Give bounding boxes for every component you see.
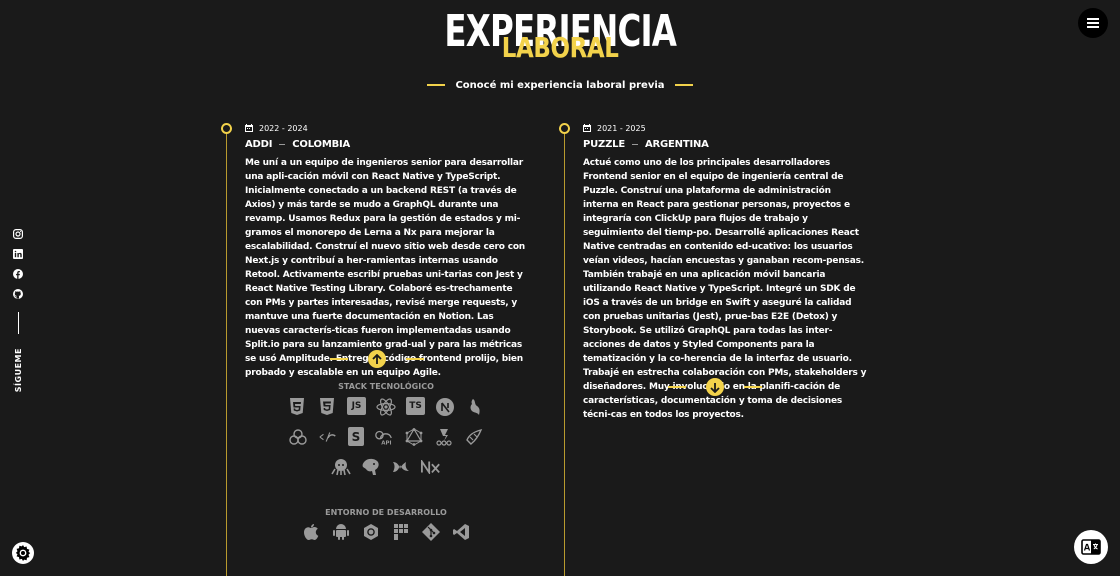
nx-icon	[421, 457, 441, 477]
page-subtitle: Conocé mi experiencia laboral previa	[0, 80, 1120, 91]
toggle-dash-right	[406, 358, 424, 360]
title-accent: LABORAL	[0, 33, 1120, 63]
subtitle-text: Conocé mi experiencia laboral previa	[455, 80, 665, 91]
date-text: 2022 - 2024	[259, 123, 308, 133]
chrome-icon	[361, 522, 381, 542]
github-icon[interactable]	[12, 288, 24, 300]
toggle-dash-left	[330, 358, 348, 360]
octopus-icon	[331, 457, 351, 477]
linkedin-icon[interactable]	[12, 248, 24, 260]
company-name: ADDI	[245, 139, 273, 150]
social-divider	[17, 312, 19, 334]
translate-icon	[1081, 539, 1101, 555]
experience-date: 2021 - 2025	[583, 123, 869, 133]
nestjs-icon	[465, 397, 485, 417]
jest-icon	[434, 427, 454, 447]
company-country: ARGENTINA	[644, 139, 709, 150]
date-text: 2021 - 2025	[597, 123, 646, 133]
toggle-dash-left	[668, 386, 686, 388]
hamburger-icon	[1087, 18, 1099, 28]
timeline-line-1	[226, 132, 227, 576]
facebook-icon[interactable]	[12, 268, 24, 280]
experience-card-addi: 2022 - 2024 ADDI COLOMBIA Me uní a un equ…	[245, 123, 529, 380]
html5-icon	[287, 397, 307, 417]
css3-icon	[317, 397, 337, 417]
react-icon	[376, 397, 396, 417]
pnpm-icon	[391, 522, 411, 542]
dev-env-label: ENTORNO DE DESARROLLO	[325, 508, 447, 517]
experience-date: 2022 - 2024	[245, 123, 529, 133]
social-sidebar: SÍGUEME	[11, 228, 25, 392]
instagram-icon[interactable]	[12, 228, 24, 240]
title-accent-text: LABORAL	[501, 31, 619, 64]
apple-icon	[301, 522, 321, 542]
calendar-icon	[245, 124, 253, 132]
company-separator	[279, 143, 286, 145]
collapse-button[interactable]	[368, 350, 386, 368]
vscode-icon	[451, 522, 471, 542]
postgresql-icon	[361, 457, 381, 477]
company-line: PUZZLE ARGENTINA	[583, 139, 869, 150]
arrow-up-icon	[372, 353, 382, 364]
android-icon	[331, 522, 351, 542]
experience-page: EXPERIENCIA LABORAL Conocé mi experienci…	[0, 0, 1120, 576]
experience-description: Me uní a un equipo de ingenieros senior …	[245, 158, 526, 378]
graphql-client-icon	[318, 427, 338, 447]
dev-env-icons	[286, 522, 486, 552]
arrow-down-icon	[710, 382, 720, 393]
company-line: ADDI COLOMBIA	[245, 139, 529, 150]
collapse-row-1	[330, 350, 424, 368]
phoenix-icon	[391, 457, 411, 477]
menu-button[interactable]	[1078, 8, 1108, 38]
storybook-icon: S	[348, 427, 364, 446]
timeline-line-2	[564, 132, 565, 576]
graphql-icon	[404, 427, 424, 447]
subtitle-dash-right	[674, 84, 693, 86]
git-icon	[421, 522, 441, 542]
company-name: PUZZLE	[583, 139, 625, 150]
expand-button[interactable]	[706, 378, 724, 396]
stack-label: STACK TECNOLÓGICO	[338, 382, 434, 391]
api-icon: API	[374, 427, 394, 447]
stack-icons: JS TS S API	[276, 397, 496, 487]
toggle-dash-right	[744, 386, 762, 388]
typescript-icon: TS	[406, 397, 425, 415]
svg-text:API: API	[381, 440, 391, 446]
javascript-icon: JS	[347, 397, 366, 415]
settings-button[interactable]	[12, 542, 34, 564]
redux-icon	[288, 427, 308, 447]
expand-row-2	[668, 378, 762, 396]
styled-components-icon	[464, 427, 484, 447]
nextjs-icon	[435, 397, 455, 417]
calendar-icon	[583, 124, 591, 132]
company-country: COLOMBIA	[292, 139, 351, 150]
translate-button[interactable]	[1074, 530, 1108, 564]
gear-icon	[15, 545, 31, 561]
subtitle-dash-left	[427, 84, 446, 86]
timeline-dot-2	[559, 123, 570, 134]
company-separator	[631, 143, 638, 145]
timeline-dot-1	[221, 123, 232, 134]
follow-label: SÍGUEME	[13, 348, 23, 393]
